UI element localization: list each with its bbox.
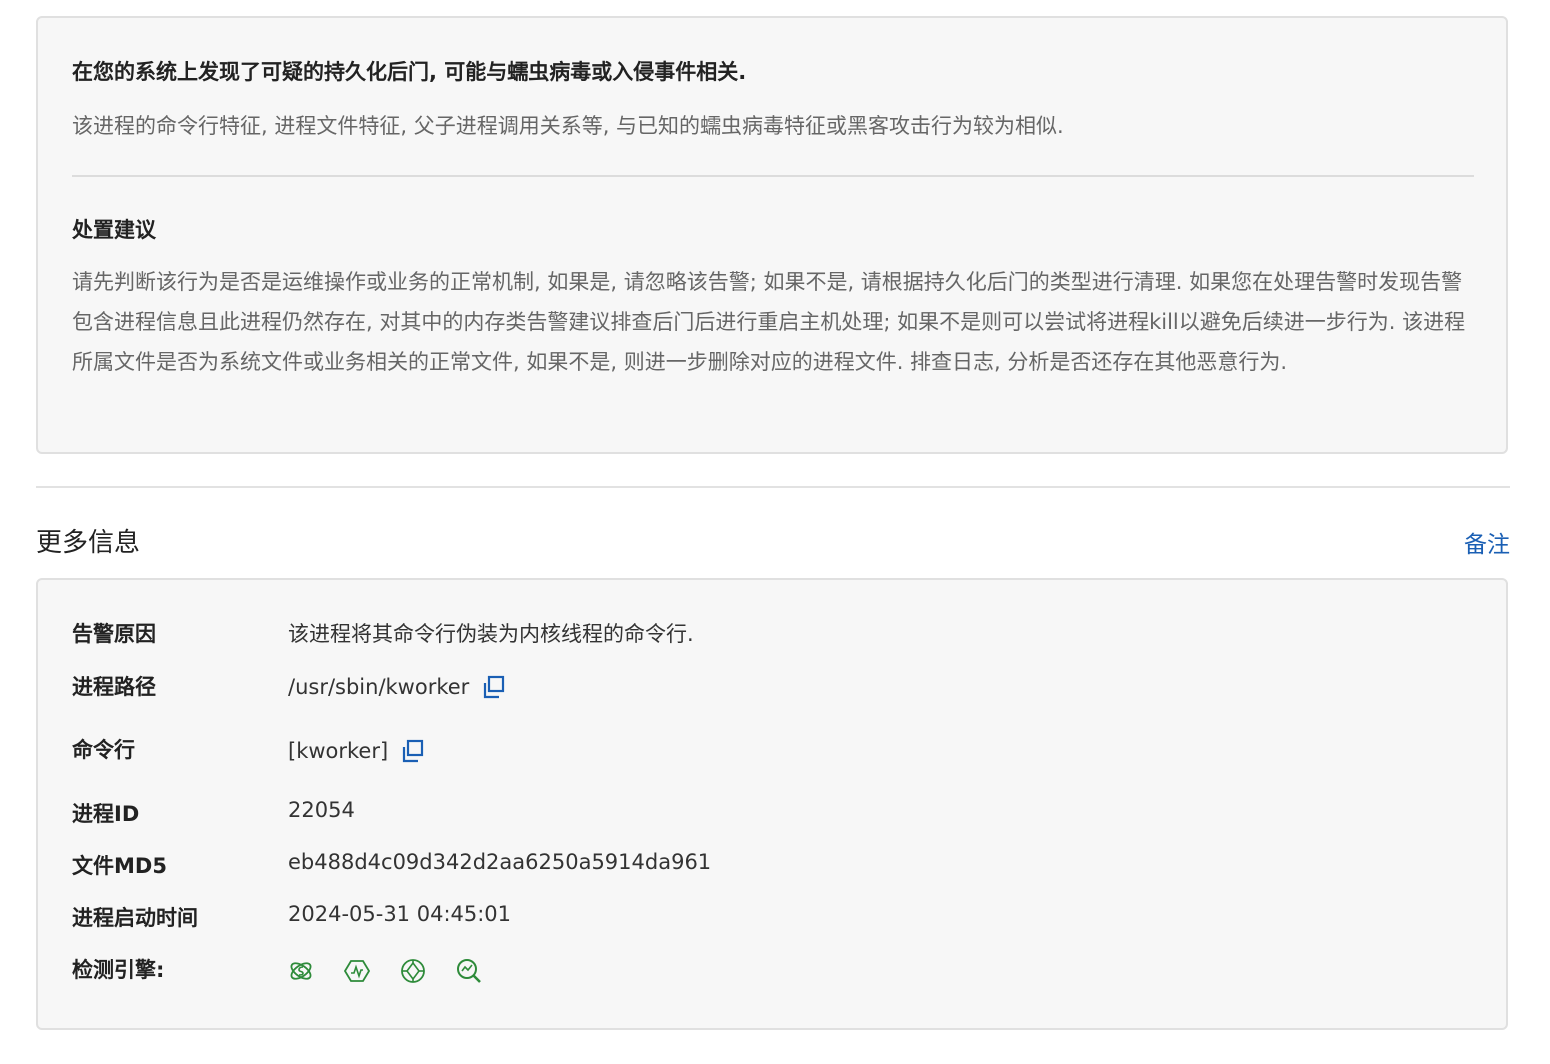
info-row-process-id: 进程ID 22054 — [72, 798, 1474, 830]
info-label: 进程ID — [72, 802, 140, 826]
info-label: 进程启动时间 — [72, 906, 198, 930]
info-value — [288, 958, 482, 984]
suggestion-title: 处置建议 — [72, 218, 156, 242]
command-line-value: [kworker] — [288, 739, 389, 763]
note-link[interactable]: 备注 — [1464, 525, 1510, 559]
info-label: 告警原因 — [72, 622, 156, 646]
info-row-detection-engine: 检测引擎: — [72, 954, 1474, 986]
info-value: 22054 — [288, 798, 355, 822]
info-label: 检测引擎: — [72, 958, 165, 982]
info-value: /usr/sbin/kworker — [288, 674, 507, 700]
info-value: 该进程将其命令行伪装为内核线程的命令行. — [288, 618, 694, 648]
copy-icon[interactable] — [481, 674, 507, 700]
info-row-command-line: 命令行 [kworker] — [72, 734, 1474, 766]
section-divider — [36, 486, 1510, 488]
info-row-file-md5: 文件MD5 eb488d4c09d342d2aa6250a5914da961 — [72, 850, 1474, 882]
info-row-start-time: 进程启动时间 2024-05-31 04:45:01 — [72, 902, 1474, 934]
process-id-value: 22054 — [288, 798, 355, 822]
card-divider — [72, 175, 1474, 177]
alert-headline: 在您的系统上发现了可疑的持久化后门, 可能与蠕虫病毒或入侵事件相关. — [72, 60, 747, 84]
engine-ai-icon[interactable] — [288, 958, 314, 984]
info-label: 命令行 — [72, 738, 135, 762]
info-row-process-path: 进程路径 /usr/sbin/kworker — [72, 671, 1474, 703]
engine-icon-list — [288, 958, 482, 984]
alert-summary-card: 在您的系统上发现了可疑的持久化后门, 可能与蠕虫病毒或入侵事件相关. 该进程的命… — [36, 16, 1508, 454]
info-row-alert-reason: 告警原因 该进程将其命令行伪装为内核线程的命令行. — [72, 618, 1474, 650]
process-path-value: /usr/sbin/kworker — [288, 675, 470, 699]
start-time-value: 2024-05-31 04:45:01 — [288, 902, 512, 926]
alert-description: 该进程的命令行特征, 进程文件特征, 父子进程调用关系等, 与已知的蠕虫病毒特征… — [72, 114, 1064, 138]
alert-reason-value: 该进程将其命令行伪装为内核线程的命令行. — [288, 622, 694, 646]
engine-target-icon[interactable] — [400, 958, 426, 984]
engine-behavior-icon[interactable] — [344, 958, 370, 984]
info-value: eb488d4c09d342d2aa6250a5914da961 — [288, 850, 711, 874]
engine-scan-icon[interactable] — [456, 958, 482, 984]
info-value: [kworker] — [288, 738, 426, 764]
alert-detail-page: 在您的系统上发现了可疑的持久化后门, 可能与蠕虫病毒或入侵事件相关. 该进程的命… — [0, 0, 1550, 1064]
info-label: 进程路径 — [72, 675, 156, 699]
info-label: 文件MD5 — [72, 854, 167, 878]
file-md5-value: eb488d4c09d342d2aa6250a5914da961 — [288, 850, 712, 874]
suggestion-body: 请先判断该行为是否是运维操作或业务的正常机制, 如果是, 请忽略该告警; 如果不… — [72, 270, 1466, 374]
copy-icon[interactable] — [400, 738, 426, 764]
more-info-card: 告警原因 该进程将其命令行伪装为内核线程的命令行. 进程路径 /usr/sbin… — [36, 578, 1508, 1030]
info-value: 2024-05-31 04:45:01 — [288, 902, 511, 926]
more-info-title: 更多信息 — [36, 528, 141, 558]
